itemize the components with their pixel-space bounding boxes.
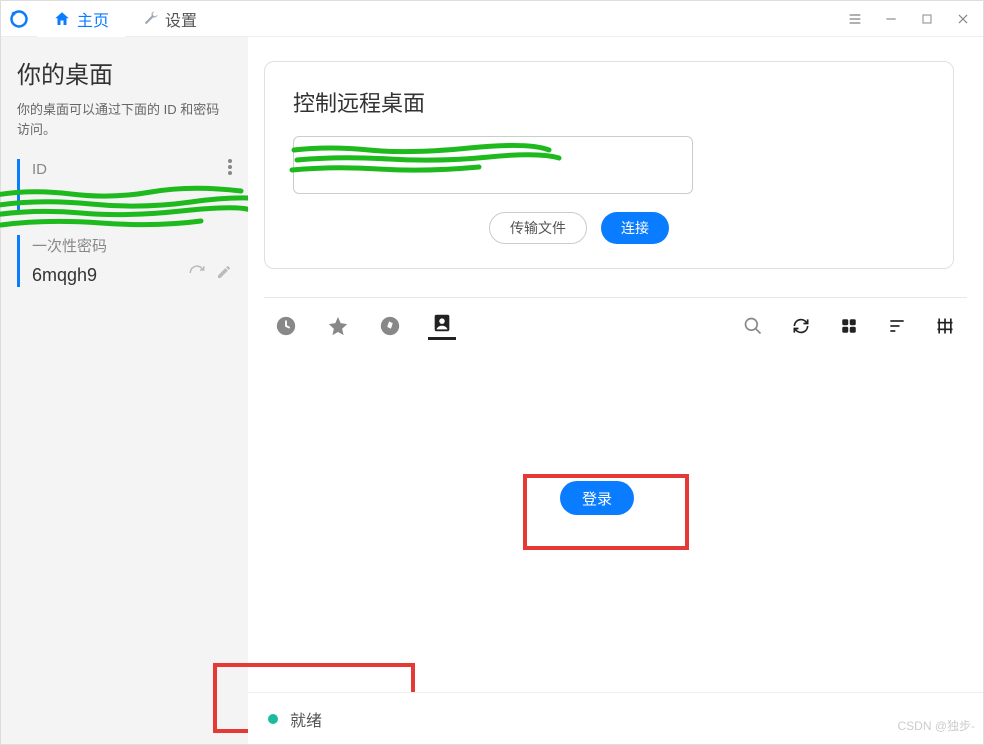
edit-pw-icon[interactable] bbox=[216, 264, 232, 287]
login-area: 登录 bbox=[560, 481, 634, 515]
app-logo bbox=[1, 1, 37, 37]
redaction-scribble-input bbox=[289, 142, 569, 182]
transfer-file-button[interactable]: 传输文件 bbox=[489, 212, 587, 244]
tags-icon[interactable] bbox=[931, 312, 959, 340]
content: 你的桌面 你的桌面可以通过下面的 ID 和密码访问。 ID 一次性密码 6mqg… bbox=[1, 37, 983, 744]
tab-settings-label: 设置 bbox=[165, 7, 197, 31]
sidebar-desc: 你的桌面可以通过下面的 ID 和密码访问。 bbox=[17, 100, 232, 139]
minimize-button[interactable] bbox=[877, 5, 905, 33]
wrench-icon bbox=[141, 10, 159, 28]
login-button[interactable]: 登录 bbox=[560, 481, 634, 515]
control-title: 控制远程桌面 bbox=[293, 86, 925, 118]
status-dot-icon bbox=[268, 714, 278, 724]
id-label: ID bbox=[32, 161, 47, 178]
tab-settings[interactable]: 设置 bbox=[125, 1, 213, 37]
button-row: 传输文件 连接 bbox=[293, 212, 925, 244]
control-card: 控制远程桌面 传输文件 连接 bbox=[264, 61, 954, 269]
status-text: 就绪 bbox=[290, 707, 322, 731]
tab-home[interactable]: 主页 bbox=[37, 1, 125, 37]
grid-icon[interactable] bbox=[835, 312, 863, 340]
compass-icon[interactable] bbox=[376, 312, 404, 340]
home-icon bbox=[53, 10, 71, 28]
watermark: CSDN @独步- bbox=[897, 717, 975, 734]
refresh-pw-icon[interactable] bbox=[188, 264, 206, 287]
recent-icon[interactable] bbox=[272, 312, 300, 340]
search-icon[interactable] bbox=[739, 312, 767, 340]
sidebar: 你的桌面 你的桌面可以通过下面的 ID 和密码访问。 ID 一次性密码 6mqg… bbox=[1, 37, 248, 744]
divider bbox=[264, 297, 967, 298]
more-icon[interactable] bbox=[228, 159, 232, 179]
titlebar: 主页 设置 bbox=[1, 1, 983, 37]
maximize-button[interactable] bbox=[913, 5, 941, 33]
status-bar: 就绪 bbox=[248, 692, 983, 744]
close-button[interactable] bbox=[949, 5, 977, 33]
pw-value: 6mqgh9 bbox=[32, 265, 97, 286]
connect-button[interactable]: 连接 bbox=[601, 212, 669, 244]
toolbar bbox=[264, 312, 967, 340]
sidebar-title: 你的桌面 bbox=[17, 55, 232, 90]
main-panel: 控制远程桌面 传输文件 连接 bbox=[248, 37, 983, 744]
tab-home-label: 主页 bbox=[77, 7, 109, 31]
window-controls bbox=[841, 1, 977, 37]
star-icon[interactable] bbox=[324, 312, 352, 340]
menu-icon[interactable] bbox=[841, 5, 869, 33]
refresh-icon[interactable] bbox=[787, 312, 815, 340]
addressbook-icon[interactable] bbox=[428, 312, 456, 340]
sort-icon[interactable] bbox=[883, 312, 911, 340]
